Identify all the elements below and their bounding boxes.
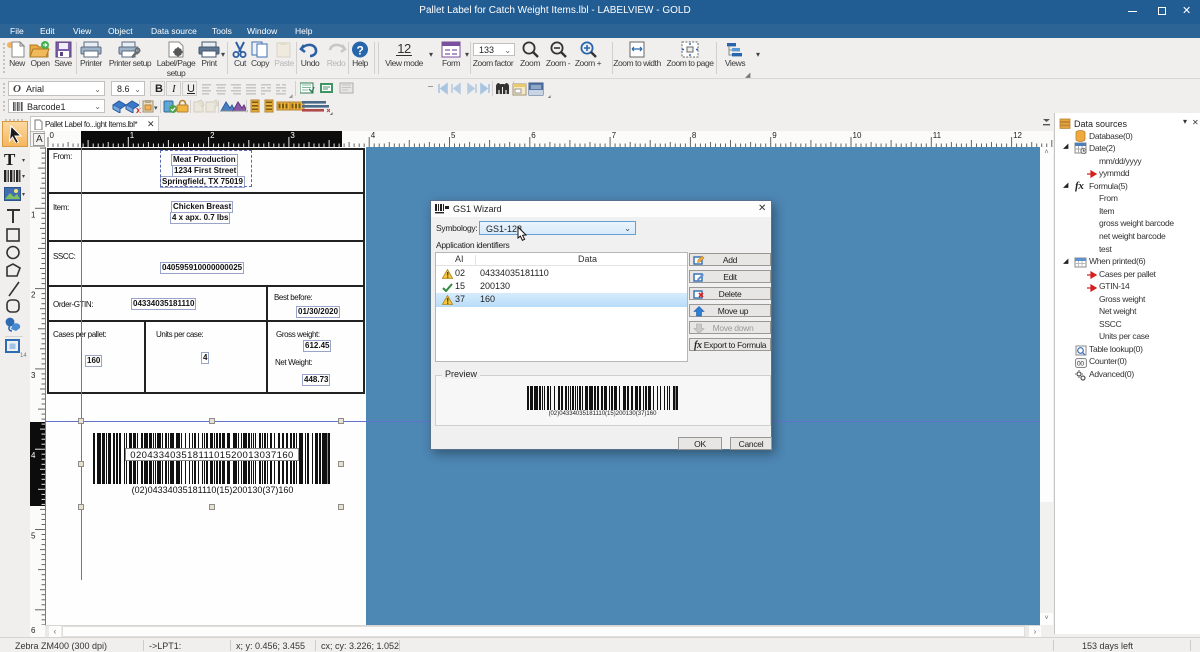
svg-text:4: 4 — [31, 451, 36, 460]
svg-text:4: 4 — [371, 131, 376, 140]
svg-text:3: 3 — [290, 131, 295, 140]
svg-text:11: 11 — [933, 131, 942, 140]
svg-text:2: 2 — [210, 131, 215, 140]
svg-text:12: 12 — [397, 41, 411, 56]
svg-text:12: 12 — [1013, 131, 1022, 140]
svg-text:5: 5 — [451, 131, 456, 140]
svg-text:9: 9 — [772, 131, 777, 140]
svg-text:3: 3 — [31, 371, 36, 380]
svg-text:?: ? — [357, 44, 364, 58]
svg-text:10: 10 — [853, 131, 862, 140]
svg-text:7: 7 — [612, 131, 617, 140]
svg-text:2: 2 — [31, 291, 36, 300]
svg-text:6: 6 — [531, 131, 536, 140]
svg-text:1: 1 — [130, 131, 135, 140]
svg-text:5: 5 — [31, 532, 36, 541]
svg-text:0: 0 — [50, 131, 55, 140]
svg-text:00: 00 — [1077, 361, 1084, 368]
svg-text:1: 1 — [31, 210, 36, 219]
svg-text:8: 8 — [692, 131, 697, 140]
